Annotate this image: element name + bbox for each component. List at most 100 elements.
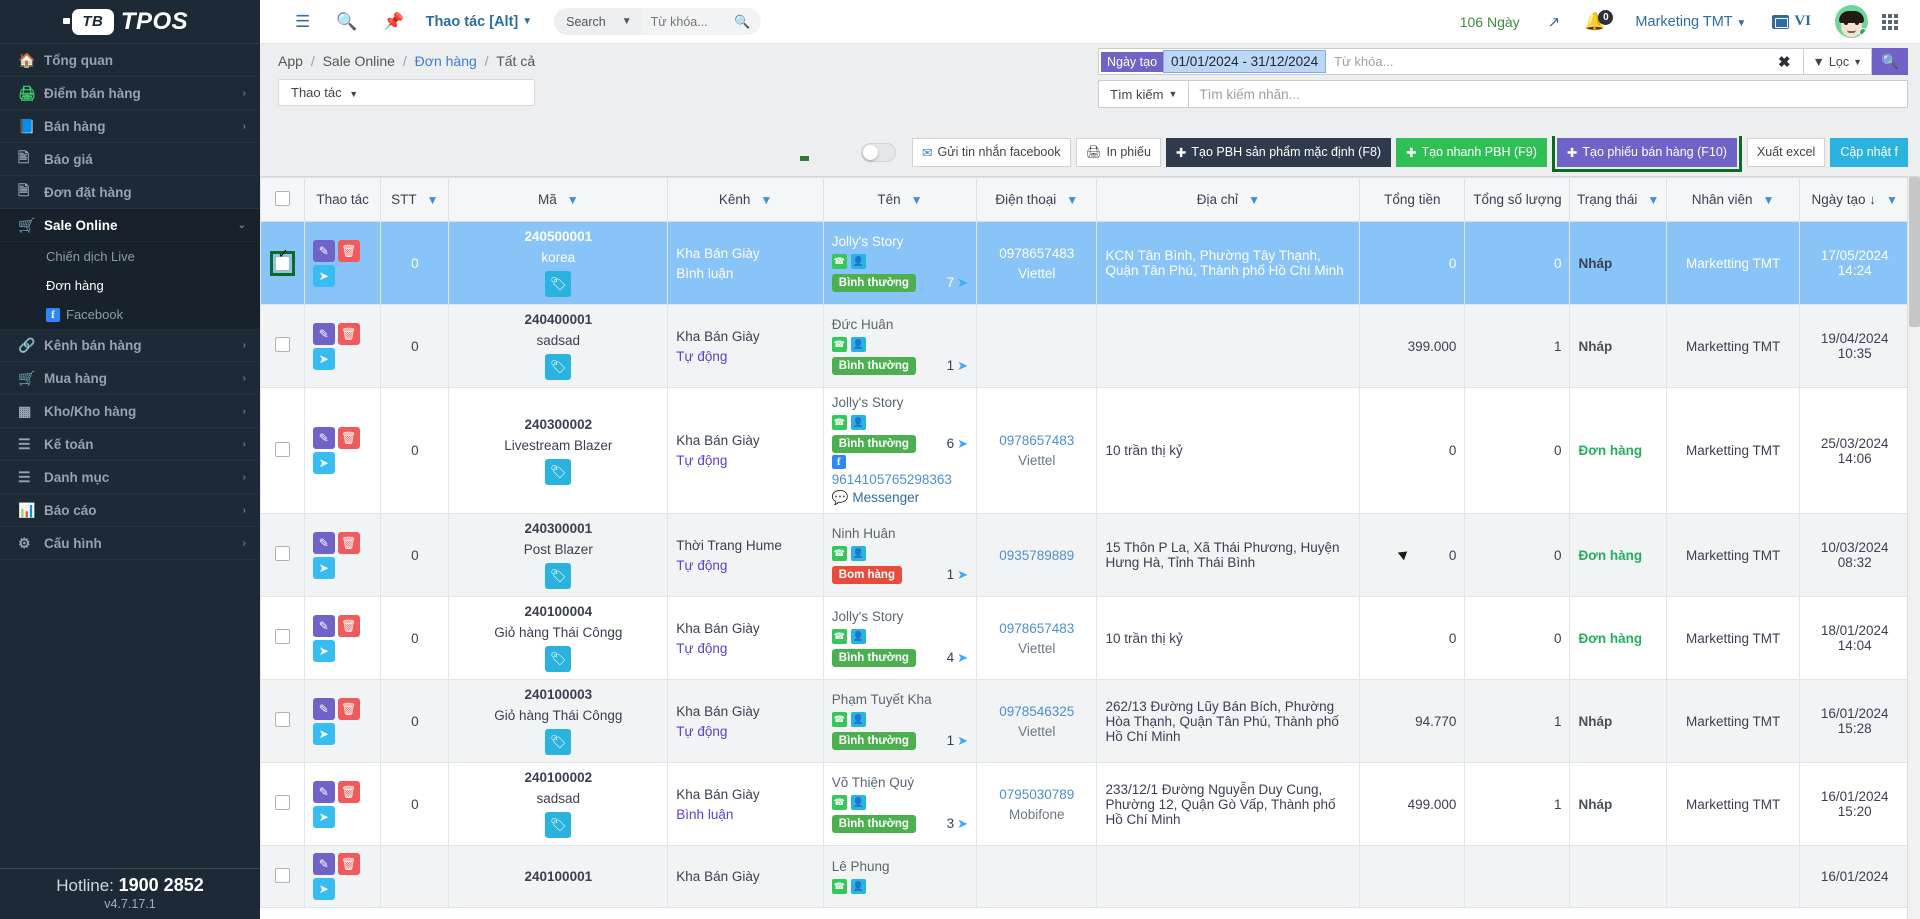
date-filter-pill[interactable]: Ngày tạo: [1101, 51, 1164, 72]
send-button[interactable]: ➤: [312, 556, 335, 579]
sidebar-item-diem-ban-hang[interactable]: 🖨 Điểm bán hàng ›: [0, 77, 260, 110]
phone-number[interactable]: 0795030789: [985, 787, 1088, 802]
vertical-scrollbar[interactable]: [1907, 177, 1920, 919]
contact-card-icon[interactable]: 👤: [850, 337, 866, 352]
sidebar-item-cau-hinh[interactable]: ⚙ Cấu hình ›: [0, 527, 260, 560]
quick-create-pbh-button[interactable]: ✚ Tạo nhanh PBH (F9): [1396, 137, 1547, 167]
cell-select[interactable]: [260, 513, 305, 597]
toolbar-toggle[interactable]: [861, 142, 897, 162]
thao-tac-button[interactable]: Thao tác ▼: [278, 79, 536, 106]
breadcrumb-item-tat-ca[interactable]: Tất cả: [496, 53, 535, 69]
update-facebook-button[interactable]: Cập nhật f: [1830, 137, 1908, 167]
phone-icon[interactable]: ☎: [831, 546, 847, 561]
contact-card-icon[interactable]: 👤: [850, 254, 866, 269]
create-default-pbh-button[interactable]: ✚ Tạo PBH sản phẩm mặc định (F8): [1165, 137, 1392, 167]
order-code[interactable]: 240300001: [457, 521, 659, 536]
phone-icon[interactable]: ☎: [831, 629, 847, 644]
print-button[interactable]: 🖨 In phiếu: [1075, 137, 1161, 167]
clear-filter-icon[interactable]: ✖: [1766, 53, 1803, 71]
edit-button[interactable]: ✎: [312, 531, 335, 554]
brand-header[interactable]: TB TPOS: [0, 0, 260, 44]
table-row[interactable]: ✎ 🗑 ➤ 240100001 Kha Bán Giày Lê Phung ☎ …: [260, 845, 1910, 908]
search-input[interactable]: [640, 14, 734, 29]
table-row[interactable]: ✎ 🗑 ➤ 0 240400001 sadsad 🏷 Kha Bán Giày …: [260, 304, 1910, 388]
topbar-action-menu[interactable]: Thao tác [Alt]: [426, 14, 519, 30]
order-code[interactable]: 240400001: [457, 312, 659, 327]
table-row[interactable]: ✎ 🗑 ➤ 0 240100002 sadsad 🏷 Kha Bán Giày …: [260, 762, 1910, 846]
funnel-icon[interactable]: ▼: [1248, 193, 1260, 207]
delete-button[interactable]: 🗑: [337, 427, 360, 449]
order-code[interactable]: 240100001: [457, 869, 659, 884]
funnel-icon[interactable]: ▼: [567, 193, 579, 207]
send-icon[interactable]: ➤: [957, 567, 968, 582]
cell-select[interactable]: [260, 762, 305, 846]
facebook-psid[interactable]: 9614105765298363: [832, 472, 968, 487]
row-checkbox[interactable]: [274, 255, 290, 271]
date-range-value[interactable]: 01/01/2024 - 31/12/2024: [1163, 50, 1327, 73]
send-icon[interactable]: ➤: [957, 650, 968, 665]
sidebar-item-kho[interactable]: ▦ Kho/Kho hàng ›: [0, 395, 260, 428]
cell-select[interactable]: [260, 304, 305, 388]
tag-icon[interactable]: 🏷: [545, 271, 572, 297]
row-checkbox[interactable]: [274, 712, 290, 727]
send-icon[interactable]: ➤: [957, 816, 968, 831]
edit-button[interactable]: ✎: [312, 780, 335, 803]
breadcrumb-item-don-hang[interactable]: Đơn hàng: [415, 53, 477, 69]
channel-type[interactable]: Tự động: [676, 641, 814, 656]
sidebar-item-tong-quan[interactable]: 🏠 Tổng quan: [0, 44, 260, 77]
sidebar-item-danh-muc[interactable]: ☰ Danh mục ›: [0, 461, 260, 494]
send-button[interactable]: ➤: [312, 722, 335, 745]
channel-type[interactable]: Bình luận: [676, 266, 814, 281]
order-code[interactable]: 240100004: [457, 604, 659, 619]
funnel-icon[interactable]: ▼: [1066, 193, 1078, 207]
phone-number[interactable]: 0978657483: [985, 621, 1088, 636]
funnel-icon[interactable]: ▼: [911, 193, 923, 207]
contact-card-icon[interactable]: 👤: [850, 712, 866, 727]
messenger-link[interactable]: 💬 Messenger: [832, 490, 968, 506]
table-row[interactable]: ✎ 🗑 ➤ 0 240100003 Giỏ hàng Thái Côngg 🏷 …: [260, 679, 1910, 763]
tag-icon[interactable]: 🏷: [545, 812, 572, 838]
table-row[interactable]: ✎ 🗑 ➤ 0 240500001 korea 🏷 Kha Bán Giày B…: [260, 221, 1910, 305]
cell-select[interactable]: [260, 387, 305, 514]
filter-search-button[interactable]: 🔍: [1872, 48, 1908, 75]
channel-type[interactable]: Tự động: [676, 724, 814, 739]
table-row[interactable]: ✎ 🗑 ➤ 0 240300001 Post Blazer 🏷 Thời Tra…: [260, 513, 1910, 597]
funnel-icon[interactable]: ▼: [1647, 193, 1659, 207]
filter-input-box[interactable]: Ngày tạo 01/01/2024 - 31/12/2024 Từ khóa…: [1098, 48, 1804, 75]
apps-grid-icon[interactable]: [1878, 13, 1906, 30]
cell-select[interactable]: [260, 845, 305, 908]
loc-filter-button[interactable]: ▼ Lọc ▼: [1803, 48, 1872, 75]
funnel-icon[interactable]: ▼: [427, 193, 439, 207]
channel-type[interactable]: Tự động: [676, 453, 814, 468]
sidebar-item-ke-toan[interactable]: ☰ Kế toán ›: [0, 428, 260, 461]
export-excel-button[interactable]: Xuất excel: [1746, 137, 1826, 167]
edit-button[interactable]: ✎: [312, 853, 335, 875]
send-button[interactable]: ➤: [312, 878, 335, 900]
table-row[interactable]: ✎ 🗑 ➤ 0 240300002 Livestream Blazer 🏷 Kh…: [260, 387, 1910, 514]
cell-select[interactable]: [260, 679, 305, 763]
channel-type[interactable]: Bình luận: [676, 807, 814, 822]
funnel-icon[interactable]: ▼: [760, 193, 772, 207]
send-button[interactable]: ➤: [312, 264, 335, 287]
contact-card-icon[interactable]: 👤: [850, 629, 866, 644]
create-sales-order-button[interactable]: ✚ Tạo phiếu bán hàng (F10): [1556, 137, 1737, 167]
send-icon[interactable]: ➤: [957, 733, 968, 748]
scrollbar-thumb[interactable]: [1909, 177, 1920, 327]
phone-icon[interactable]: ☎: [831, 712, 847, 727]
send-button[interactable]: ➤: [312, 805, 335, 828]
user-menu[interactable]: Marketing TMT ▼: [1623, 14, 1758, 30]
edit-button[interactable]: ✎: [312, 239, 335, 262]
sidebar-item-don-dat-hang[interactable]: 🗎 Đơn đặt hàng: [0, 176, 260, 209]
order-code[interactable]: 240100002: [457, 770, 659, 785]
sidebar-item-bao-gia[interactable]: 🖹 Báo giá: [0, 143, 260, 176]
delete-button[interactable]: 🗑: [337, 780, 360, 803]
search-icon[interactable]: 🔍: [323, 12, 370, 32]
funnel-icon[interactable]: ▼: [1886, 193, 1898, 207]
contact-card-icon[interactable]: 👤: [850, 546, 866, 561]
phone-number[interactable]: 0978657483: [985, 246, 1088, 261]
sidebar-collapse-icon[interactable]: ☰: [282, 12, 323, 32]
phone-number[interactable]: 0978657483: [985, 433, 1088, 448]
notifications-button[interactable]: 🔔 0: [1574, 9, 1623, 32]
tag-icon[interactable]: 🏷: [545, 354, 572, 380]
tag-icon[interactable]: 🏷: [545, 729, 572, 755]
